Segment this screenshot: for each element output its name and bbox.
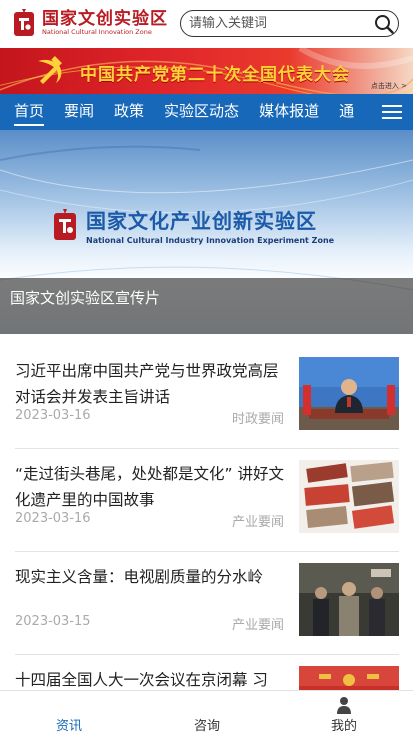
news-title[interactable]: 现实主义含量：电视剧质量的分水岭 <box>15 564 287 590</box>
search-icon[interactable] <box>373 13 395 35</box>
news-category: 产业要闻 <box>231 618 284 633</box>
tab-label: 资讯 <box>55 719 82 734</box>
list-item[interactable]: “走过街头巷尾，处处都是文化” 讲好文化遗产里的中国故事 2023-03-16 … <box>15 449 399 552</box>
menu-icon[interactable] <box>369 94 413 130</box>
news-list: 习近平出席中国共产党与世界政党高层对话会并发表主旨讲话 2023-03-16 时… <box>15 346 399 736</box>
party-congress-banner[interactable]: 中国共产党第二十次全国代表大会 点击进入 > <box>0 48 413 94</box>
hero-brand: 国家文化产业创新实验区 National Cultural Industry I… <box>52 205 334 245</box>
news-title[interactable]: 习近平出席中国共产党与世界政党高层对话会并发表主旨讲话 <box>15 358 287 410</box>
tab-label: 咨询 <box>193 719 220 734</box>
tab-news[interactable]: 资讯 <box>19 691 119 736</box>
tab-label: 我的 <box>330 719 357 734</box>
nav-item-policy[interactable]: 政策 <box>114 94 144 130</box>
news-category: 产业要闻 <box>231 515 284 530</box>
hero-caption: 国家文创实验区宣传片 <box>10 289 161 307</box>
logo-title: 国家文创实验区 <box>42 8 168 29</box>
hammer-sickle-icon <box>38 56 62 84</box>
list-item[interactable]: 现实主义含量：电视剧质量的分水岭 2023-03-15 产业要闻 <box>15 552 399 655</box>
search-input[interactable] <box>189 16 369 31</box>
main-nav: 首页 要闻 政策 实验区动态 媒体报道 通 <box>0 94 413 130</box>
search-box[interactable] <box>180 10 399 37</box>
news-category: 时政要闻 <box>231 412 284 427</box>
banner-title: 中国共产党第二十次全国代表大会 <box>80 65 350 85</box>
list-item[interactable]: 习近平出席中国共产党与世界政党高层对话会并发表主旨讲话 2023-03-16 时… <box>15 346 399 449</box>
tab-profile[interactable]: 我的 <box>294 691 394 736</box>
hero-title: 国家文化产业创新实验区 <box>86 209 317 233</box>
hero-subtitle: National Cultural Industry Innovation Ex… <box>86 236 335 245</box>
nav-item-home[interactable]: 首页 <box>14 94 45 130</box>
seal-logo-icon <box>14 9 34 36</box>
top-header: 国家文创实验区 National Cultural Innovation Zon… <box>0 0 413 48</box>
nav-item-zone-news[interactable]: 实验区动态 <box>164 94 239 130</box>
news-date: 2023-03-16 <box>15 511 91 526</box>
hero-video-card[interactable]: 国家文化产业创新实验区 National Cultural Industry I… <box>0 130 413 334</box>
nav-item-media[interactable]: 媒体报道 <box>259 94 319 130</box>
site-logo[interactable]: 国家文创实验区 National Cultural Innovation Zon… <box>12 8 168 38</box>
news-date: 2023-03-16 <box>15 408 91 423</box>
news-thumbnail[interactable] <box>299 563 399 636</box>
user-icon <box>337 697 351 714</box>
nav-item-headlines[interactable]: 要闻 <box>64 94 94 130</box>
nav-item-more-truncated[interactable]: 通 <box>339 94 354 130</box>
news-title[interactable]: “走过街头巷尾，处处都是文化” 讲好文化遗产里的中国故事 <box>15 461 287 513</box>
banner-enter-link[interactable]: 点击进入 > <box>371 81 407 91</box>
seal-logo-icon <box>54 209 76 240</box>
bottom-tab-bar: 资讯 咨询 我的 <box>0 690 413 736</box>
news-date: 2023-03-15 <box>15 614 91 629</box>
logo-subtitle: National Cultural Innovation Zone <box>42 27 152 36</box>
hero-caption-bar: 国家文创实验区宣传片 <box>0 278 413 334</box>
news-thumbnail[interactable] <box>299 357 399 430</box>
tab-consult[interactable]: 咨询 <box>157 691 257 736</box>
news-thumbnail[interactable] <box>299 460 399 533</box>
